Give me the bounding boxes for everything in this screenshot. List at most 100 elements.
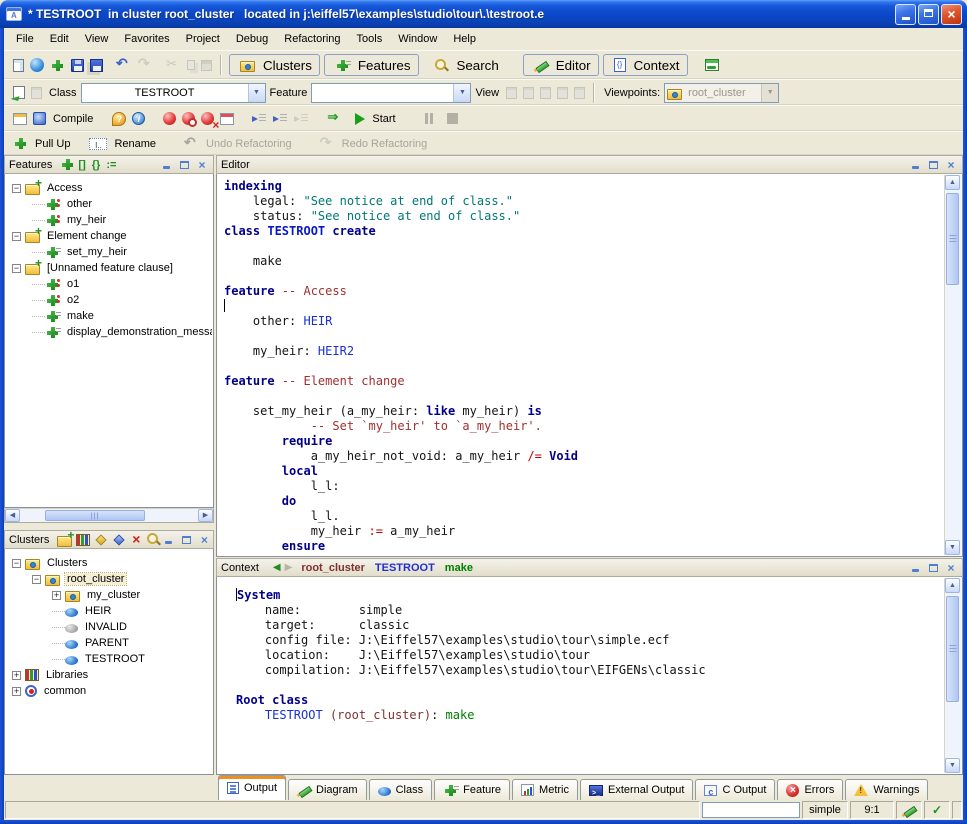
undo-icon[interactable] (115, 57, 131, 73)
feature-dropdown-icon[interactable]: ▼ (453, 84, 470, 102)
feature-row-unnamed-feature-clause[interactable]: −[Unnamed feature clause] (6, 260, 212, 276)
tab-class[interactable]: Class (369, 779, 433, 800)
remove-breakpoints-icon[interactable] (201, 112, 214, 125)
scroll-up-icon[interactable]: ▲ (945, 175, 960, 190)
feature-row-access[interactable]: −Access (6, 180, 212, 196)
collapse-icon[interactable]: − (32, 575, 41, 584)
stop-icon[interactable] (447, 113, 458, 124)
start-icon[interactable] (355, 113, 365, 125)
feature-row-display-demonstration-messa[interactable]: display_demonstration_messa (6, 324, 212, 340)
open-file-icon[interactable] (30, 58, 44, 72)
close-button[interactable]: × (941, 4, 962, 25)
system-info-icon[interactable] (132, 112, 145, 125)
expand-icon[interactable]: + (12, 687, 21, 696)
redo-icon[interactable] (137, 57, 153, 73)
restore-panel-button[interactable] (177, 158, 191, 171)
paste-icon[interactable] (201, 60, 212, 71)
menu-tools[interactable]: Tools (349, 30, 391, 48)
feature-row-other[interactable]: other (6, 196, 212, 212)
copy-icon[interactable] (187, 60, 195, 70)
tab-errors[interactable]: Errors (777, 779, 843, 800)
class-dropdown-icon[interactable]: ▼ (248, 84, 265, 102)
pause-icon[interactable] (423, 113, 435, 125)
cluster-row-root-cluster[interactable]: −root_cluster (6, 571, 212, 587)
vscroll-thumb[interactable] (946, 193, 959, 285)
minimize-panel-button[interactable] (161, 533, 175, 546)
cluster-row-testroot[interactable]: TESTROOT (6, 651, 212, 667)
vscroll-thumb[interactable] (946, 596, 959, 702)
minimize-panel-button[interactable] (159, 158, 173, 171)
view-basic-icon[interactable] (506, 87, 517, 99)
context-path-cluster[interactable]: root_cluster (301, 562, 365, 574)
cluster-row-invalid[interactable]: INVALID (6, 619, 212, 635)
rename-icon[interactable] (89, 138, 107, 150)
add-library-icon[interactable] (76, 534, 90, 546)
editor-body[interactable]: indexing legal: "See notice at end of cl… (216, 174, 963, 557)
history-back-icon[interactable]: ◀ (273, 562, 281, 573)
remove-item-icon[interactable] (130, 533, 142, 546)
context-button[interactable]: Context (603, 54, 688, 76)
features-panel-header[interactable]: Features []{}:= × (4, 155, 214, 174)
scroll-up-icon[interactable]: ▲ (945, 578, 960, 593)
menu-view[interactable]: View (77, 30, 117, 48)
tab-metric[interactable]: Metric (512, 779, 578, 800)
cluster-row-clusters[interactable]: −Clusters (6, 555, 212, 571)
minimize-button[interactable] (895, 4, 916, 25)
tab-diagram[interactable]: Diagram (288, 779, 367, 800)
collapse-icon[interactable]: − (12, 264, 21, 273)
cluster-row-heir[interactable]: HEIR (6, 603, 212, 619)
menu-edit[interactable]: Edit (42, 30, 77, 48)
tab-output[interactable]: Output (218, 775, 286, 800)
scroll-left-icon[interactable]: ◀ (5, 509, 20, 522)
step-out-icon[interactable] (294, 112, 309, 125)
minimize-panel-button[interactable] (908, 561, 922, 574)
compile-ok-indicator[interactable]: ✓ (924, 801, 950, 819)
cluster-row-libraries[interactable]: +Libraries (6, 667, 212, 683)
editor-button[interactable]: Editor (523, 54, 599, 76)
menu-project[interactable]: Project (178, 30, 228, 48)
feature-row-element-change[interactable]: −Element change (6, 228, 212, 244)
close-panel-button[interactable]: × (197, 533, 211, 546)
search-button[interactable]: Search (423, 54, 507, 76)
scroll-down-icon[interactable]: ▼ (945, 758, 960, 773)
project-settings-icon[interactable] (13, 113, 27, 125)
context-panel-header[interactable]: Context ◀ ▶ root_cluster TESTROOT make × (216, 558, 963, 577)
cluster-row-parent[interactable]: PARENT (6, 635, 212, 651)
pull-up-label[interactable]: Pull Up (35, 138, 70, 150)
features-hscrollbar[interactable]: ◀ ▶ (4, 508, 214, 523)
restore-panel-button[interactable] (926, 561, 940, 574)
class-combobox[interactable]: TESTROOT ▼ (81, 83, 266, 103)
step-into-icon[interactable] (252, 112, 267, 125)
viewpoints-dropdown-icon[interactable]: ▼ (761, 84, 778, 102)
context-path-feature[interactable]: make (445, 562, 473, 574)
clusters-button[interactable]: Clusters (229, 54, 320, 76)
pull-up-icon[interactable] (13, 136, 28, 151)
view-interface-icon[interactable] (574, 87, 585, 99)
expand-icon[interactable]: + (52, 591, 61, 600)
add-subcluster-icon[interactable] (114, 534, 125, 545)
disable-breakpoints-icon[interactable] (182, 112, 195, 125)
minimize-panel-button[interactable] (908, 158, 922, 171)
new-feature-icon[interactable] (60, 157, 75, 172)
add-cluster-icon[interactable] (57, 533, 72, 547)
collapse-icon[interactable]: − (12, 184, 21, 193)
collapse-icon[interactable]: − (12, 232, 21, 241)
start-label[interactable]: Start (372, 113, 395, 125)
menu-window[interactable]: Window (390, 30, 445, 48)
view-flat-icon[interactable] (540, 87, 551, 99)
features-button[interactable]: Features (324, 54, 419, 76)
context-vscrollbar[interactable]: ▲ ▼ (944, 578, 961, 773)
tab-external-output[interactable]: External Output (580, 779, 693, 800)
add-class-icon[interactable] (96, 534, 107, 545)
close-panel-button[interactable]: × (944, 158, 958, 171)
new-window-icon[interactable] (13, 59, 24, 72)
compile-help-icon[interactable] (112, 112, 126, 126)
step-over-icon[interactable] (273, 112, 288, 125)
cluster-row-my-cluster[interactable]: +my_cluster (6, 587, 212, 603)
show-braces-button[interactable]: {} (92, 159, 101, 171)
save-icon[interactable] (71, 59, 84, 72)
show-signature-button[interactable]: [] (78, 159, 85, 171)
scroll-right-icon[interactable]: ▶ (198, 509, 213, 522)
cluster-row-common[interactable]: +common (6, 683, 212, 699)
feature-combobox[interactable]: ▼ (311, 83, 471, 103)
